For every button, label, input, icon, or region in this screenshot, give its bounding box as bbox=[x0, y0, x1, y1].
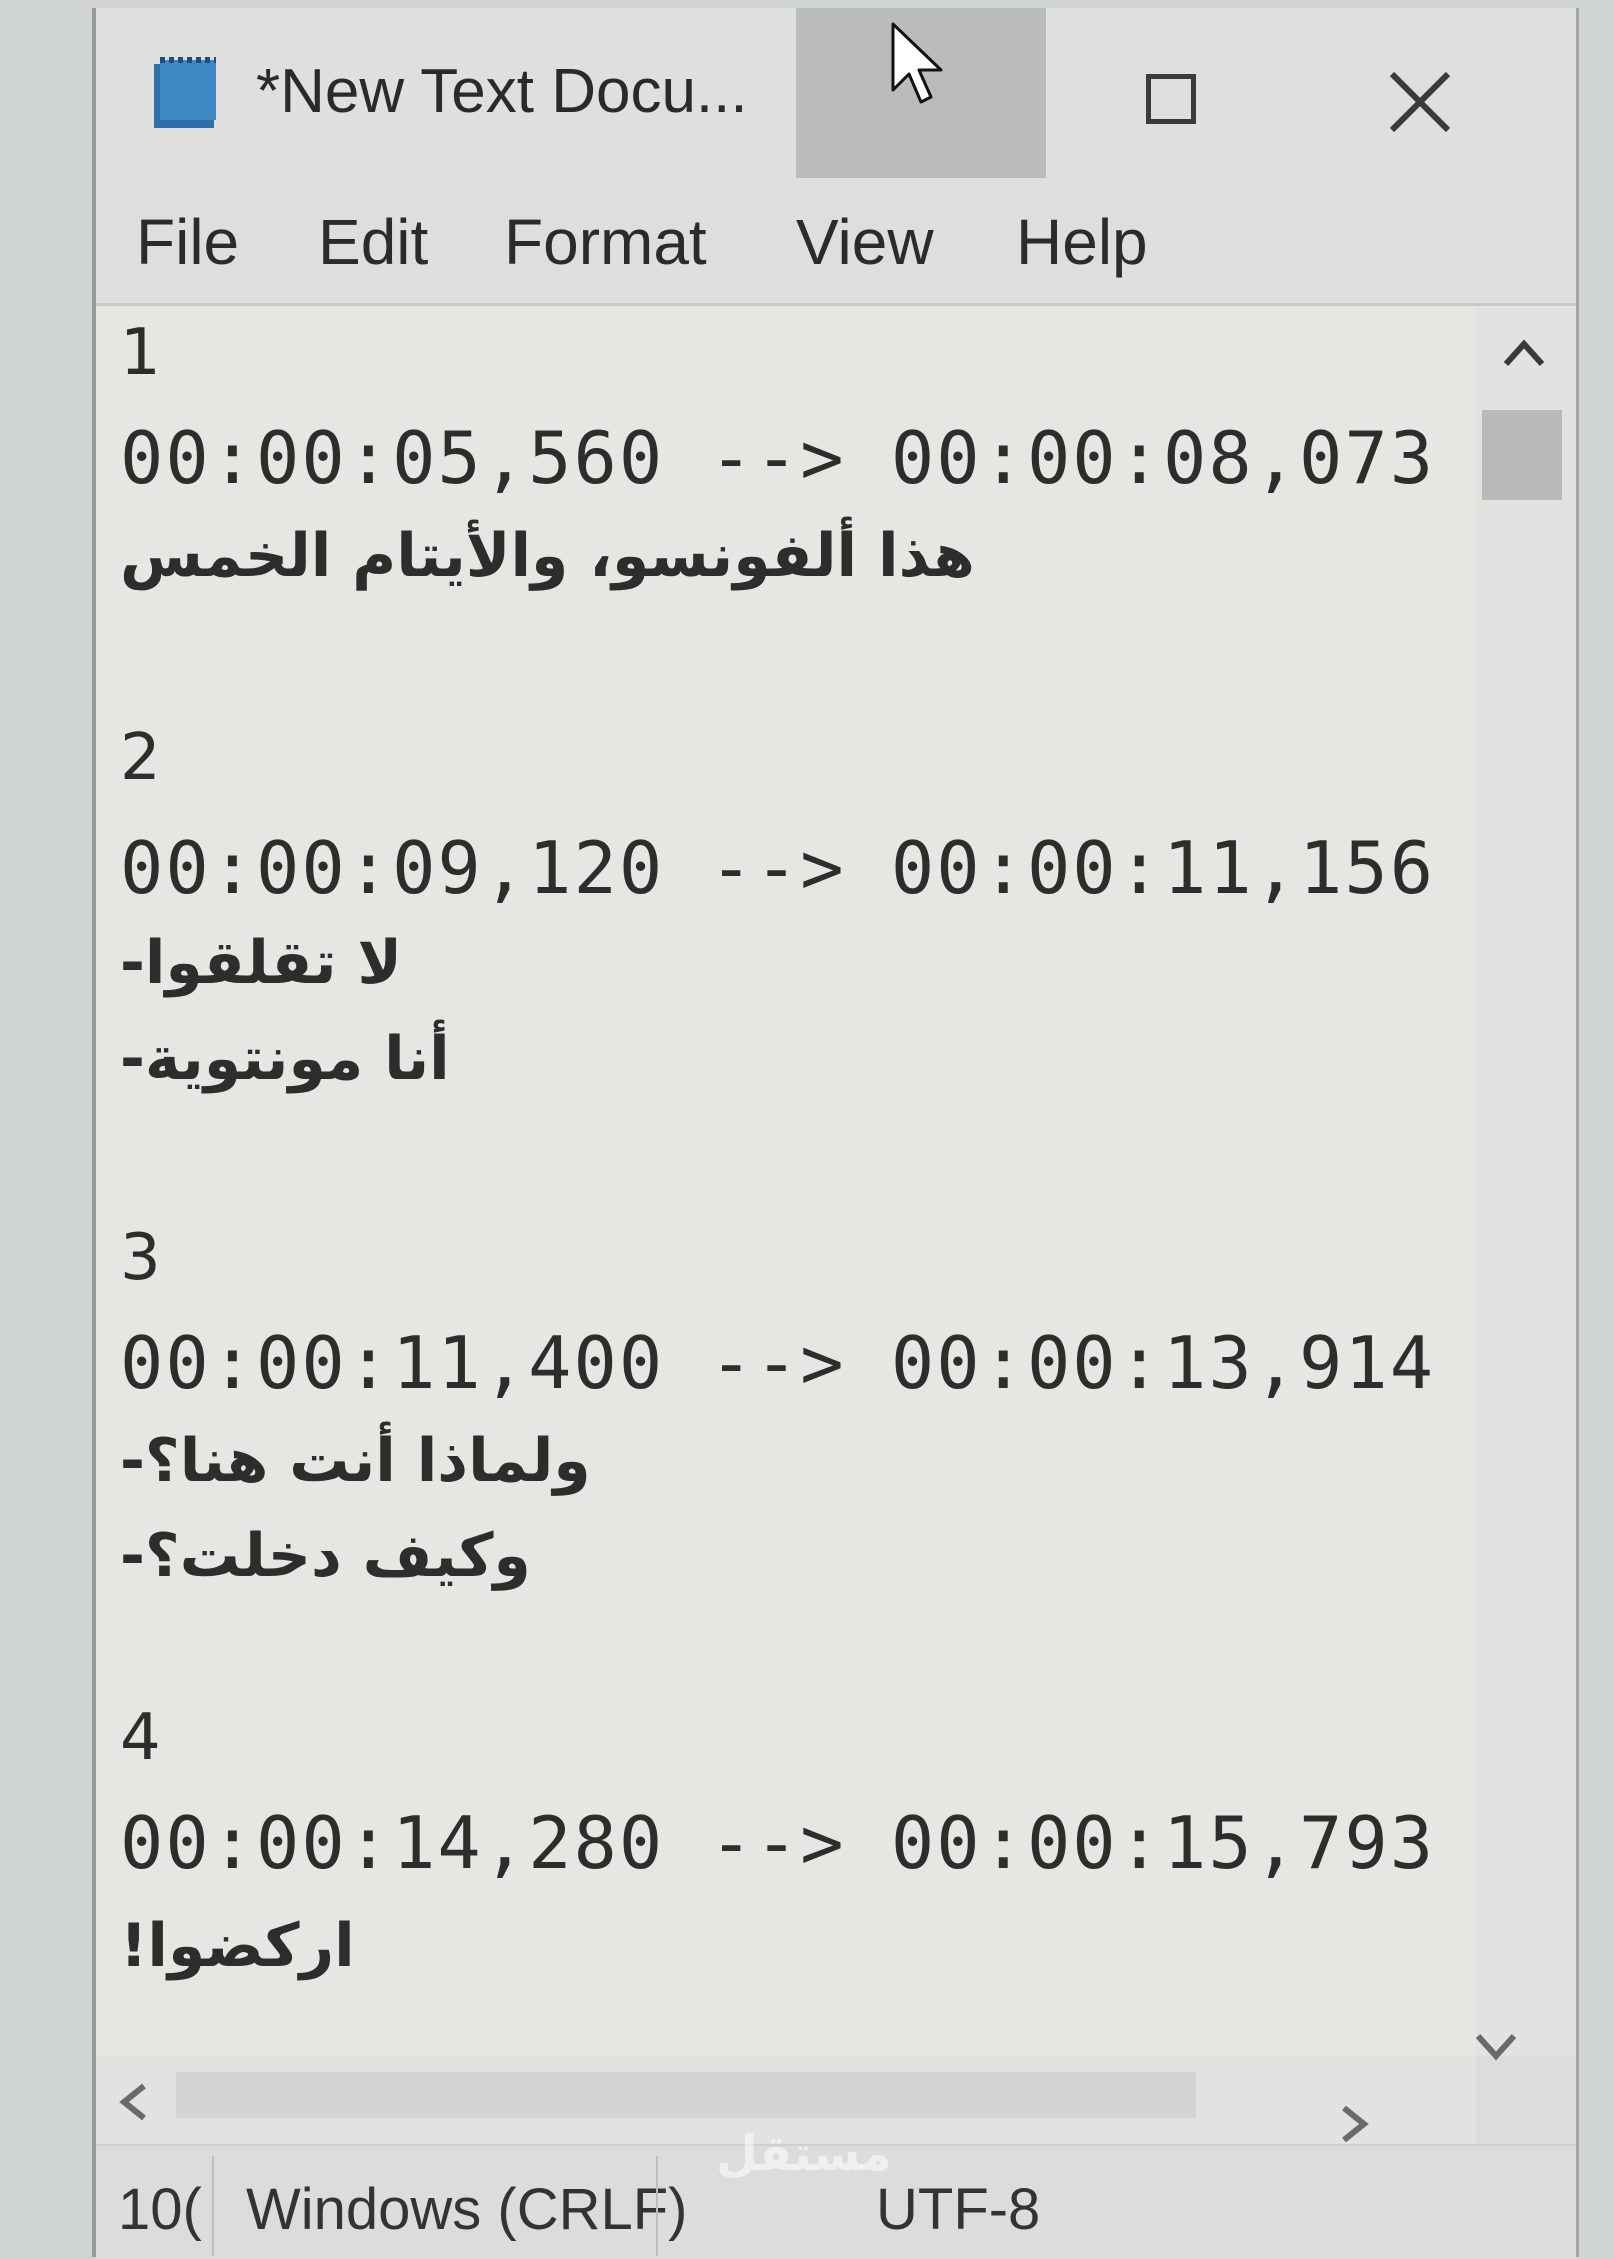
menu-format[interactable]: Format bbox=[504, 205, 707, 279]
subtitle-text: -ولماذا أنت هنا؟ bbox=[120, 1426, 591, 1496]
subtitle-text: هذا ألفونسو، والأيتام الخمس bbox=[120, 521, 975, 591]
notepad-icon bbox=[146, 50, 226, 132]
maximize-icon bbox=[1146, 74, 1196, 124]
status-divider bbox=[212, 2156, 214, 2256]
scroll-down-icon[interactable] bbox=[1474, 2032, 1518, 2062]
subtitle-text: -أنا مونتوية bbox=[120, 1024, 450, 1094]
status-divider bbox=[656, 2156, 658, 2256]
subtitle-index: 2 bbox=[120, 721, 161, 795]
menu-help[interactable]: Help bbox=[1016, 205, 1148, 279]
title-bar[interactable]: *New Text Docu... bbox=[96, 8, 1576, 183]
horizontal-scroll-thumb[interactable] bbox=[176, 2072, 1196, 2118]
notepad-window: *New Text Docu... File Edit Format View … bbox=[92, 8, 1579, 2259]
encoding: UTF-8 bbox=[876, 2177, 1041, 2242]
vertical-scrollbar[interactable] bbox=[1475, 306, 1576, 2061]
text-editor[interactable]: 1 00:00:05,560 --> 00:00:08,073 هذا ألفو… bbox=[96, 306, 1476, 2056]
scroll-right-icon[interactable] bbox=[1340, 2104, 1370, 2144]
menu-edit[interactable]: Edit bbox=[318, 205, 428, 279]
menu-view[interactable]: View bbox=[796, 205, 934, 279]
subtitle-text: -وكيف دخلت؟ bbox=[120, 1521, 531, 1591]
subtitle-text: -لا تقلقوا bbox=[120, 928, 403, 998]
minimize-button[interactable] bbox=[796, 8, 1046, 178]
subtitle-index: 1 bbox=[120, 316, 161, 390]
watermark-logo: مستقل bbox=[716, 2126, 892, 2182]
zoom-level: 10( bbox=[118, 2177, 202, 2242]
subtitle-timestamp: 00:00:14,280 --> 00:00:15,793 bbox=[120, 1801, 1436, 1885]
subtitle-timestamp: 00:00:09,120 --> 00:00:11,156 bbox=[120, 826, 1436, 910]
mouse-cursor-icon bbox=[891, 22, 943, 104]
subtitle-index: 3 bbox=[120, 1221, 161, 1295]
subtitle-timestamp: 00:00:11,400 --> 00:00:13,914 bbox=[120, 1321, 1436, 1405]
close-button[interactable] bbox=[1296, 8, 1546, 178]
menu-bar: File Edit Format View Help bbox=[96, 183, 1576, 306]
subtitle-timestamp: 00:00:05,560 --> 00:00:08,073 bbox=[120, 416, 1436, 500]
vertical-scroll-thumb[interactable] bbox=[1482, 410, 1562, 500]
subtitle-text: !اركضوا bbox=[120, 1911, 355, 1981]
subtitle-index: 4 bbox=[120, 1701, 161, 1775]
line-ending: Windows (CRLF) bbox=[246, 2177, 688, 2242]
close-icon bbox=[1389, 71, 1451, 133]
window-title: *New Text Docu... bbox=[256, 57, 748, 126]
scroll-left-icon[interactable] bbox=[118, 2082, 148, 2122]
menu-file[interactable]: File bbox=[136, 205, 239, 279]
scroll-up-icon[interactable] bbox=[1502, 338, 1546, 368]
maximize-button[interactable] bbox=[1046, 8, 1296, 178]
